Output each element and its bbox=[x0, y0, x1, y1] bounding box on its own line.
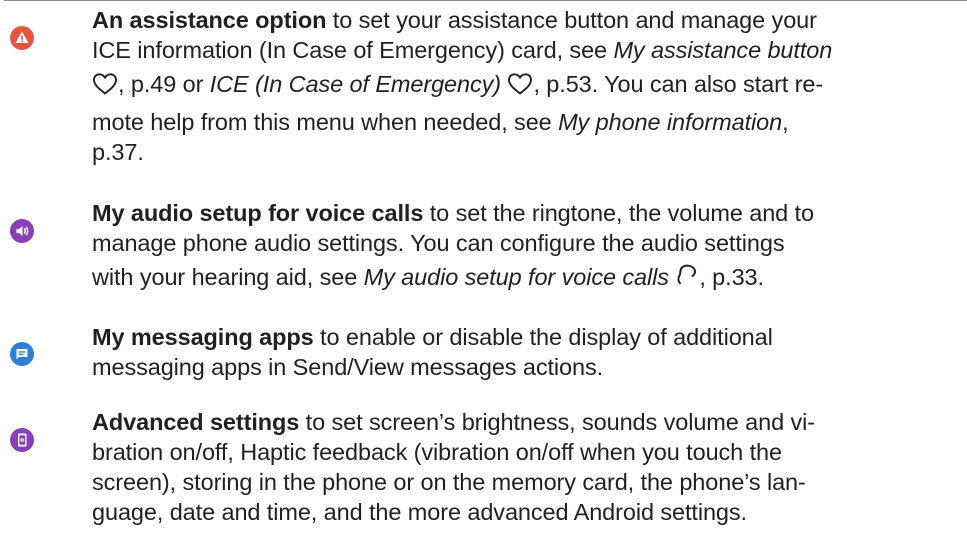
warning-triangle-icon bbox=[10, 26, 34, 50]
text-segment: messaging apps in Send/View messages act… bbox=[92, 354, 604, 380]
text-segment: , bbox=[782, 109, 789, 135]
text-segment: to set your assistance button and manage… bbox=[326, 7, 817, 33]
text-segment: guage, date and time, and the more advan… bbox=[92, 499, 747, 525]
text-line: , p.49 or ICE (In Case of Emergency) , p… bbox=[92, 65, 960, 107]
top-divider bbox=[4, 0, 967, 1]
cross-reference[interactable]: My assistance button bbox=[613, 37, 832, 63]
option-title: Advanced settings bbox=[92, 409, 300, 435]
option-title: My messaging apps bbox=[92, 324, 314, 350]
text-segment: , p.49 or bbox=[118, 71, 210, 97]
item-description: Advanced settings to set screen’s bright… bbox=[92, 407, 960, 527]
text-segment: manage phone audio settings. You can con… bbox=[92, 230, 785, 256]
text-segment: screen), storing in the phone or on the … bbox=[92, 469, 806, 495]
text-segment: to set the ringtone, the volume and to bbox=[423, 200, 814, 226]
item-description: An assistance option to set your assista… bbox=[92, 5, 960, 167]
text-line: messaging apps in Send/View messages act… bbox=[92, 352, 960, 382]
heart-outline-icon bbox=[92, 69, 118, 107]
text-line: My audio setup for voice calls to set th… bbox=[92, 198, 960, 228]
text-segment: to enable or disable the display of addi… bbox=[313, 324, 773, 350]
option-title: My audio setup for voice calls bbox=[92, 200, 424, 226]
text-line: My messaging apps to enable or disable t… bbox=[92, 322, 960, 352]
text-line: ICE information (In Case of Emergency) c… bbox=[92, 35, 960, 65]
item-description: My audio setup for voice calls to set th… bbox=[92, 198, 960, 300]
text-segment: with your hearing aid, see bbox=[92, 264, 364, 290]
text-segment: mote help from this menu when needed, se… bbox=[92, 109, 559, 135]
option-title: An assistance option bbox=[92, 7, 327, 33]
text-line: An assistance option to set your assista… bbox=[92, 5, 960, 35]
text-segment: , p.33. bbox=[699, 264, 764, 290]
speaker-icon bbox=[10, 219, 34, 243]
heart-outline-icon bbox=[507, 69, 533, 107]
cross-reference[interactable]: ICE (In Case of Emergency) bbox=[210, 71, 501, 97]
text-line: manage phone audio settings. You can con… bbox=[92, 228, 960, 258]
chat-bubble-icon bbox=[10, 342, 34, 366]
text-line: p.37. bbox=[92, 137, 960, 167]
text-line: guage, date and time, and the more advan… bbox=[92, 497, 960, 527]
text-line: Advanced settings to set screen’s bright… bbox=[92, 407, 960, 437]
text-segment: to set screen’s brightness, sounds volum… bbox=[299, 409, 816, 435]
text-segment: , p.53. You can also start re- bbox=[533, 71, 824, 97]
cross-reference[interactable]: My phone information bbox=[558, 109, 782, 135]
item-description: My messaging apps to enable or disable t… bbox=[92, 322, 960, 382]
text-segment: bration on/off, Haptic feedback (vibrati… bbox=[92, 439, 782, 465]
text-line: bration on/off, Haptic feedback (vibrati… bbox=[92, 437, 960, 467]
text-line: mote help from this menu when needed, se… bbox=[92, 107, 960, 137]
cross-reference[interactable]: My audio setup for voice calls bbox=[364, 264, 669, 290]
settings-phone-icon bbox=[10, 428, 34, 452]
text-line: screen), storing in the phone or on the … bbox=[92, 467, 960, 497]
text-line: with your hearing aid, see My audio setu… bbox=[92, 258, 960, 300]
hearing-aid-icon bbox=[675, 262, 699, 300]
text-segment: ICE information (In Case of Emergency) c… bbox=[92, 37, 614, 63]
text-segment: p.37. bbox=[92, 139, 144, 165]
